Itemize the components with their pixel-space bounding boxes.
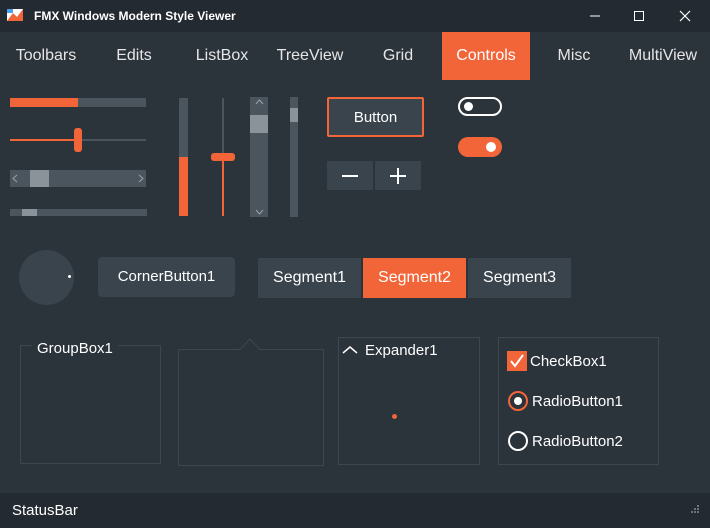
group-box-label: GroupBox1 <box>32 340 118 357</box>
chevron-up-icon[interactable] <box>342 345 358 355</box>
scroll-up-icon[interactable] <box>255 98 264 106</box>
close-button[interactable] <box>662 0 708 32</box>
trackbar-horizontal[interactable] <box>10 128 146 152</box>
scrollbar-vertical[interactable] <box>250 97 268 217</box>
progress-fill-vertical <box>179 157 188 216</box>
scroll-down-icon[interactable] <box>255 208 264 216</box>
switch-off[interactable] <box>458 97 502 116</box>
tab-edits[interactable]: Edits <box>104 32 164 80</box>
status-bar: StatusBar <box>0 493 710 528</box>
button[interactable]: Button <box>327 97 424 137</box>
radio-dot <box>514 397 522 405</box>
small-scrollbar-vertical-thumb[interactable] <box>290 107 298 122</box>
switch-knob <box>464 102 473 111</box>
segment-3[interactable]: Segment3 <box>468 258 571 298</box>
app-icon <box>7 9 23 21</box>
corner-button[interactable]: CornerButton1 <box>98 257 235 297</box>
group-box <box>20 345 161 464</box>
radio-button-2[interactable] <box>508 431 528 451</box>
title-bar: FMX Windows Modern Style Viewer <box>0 0 710 32</box>
scrollbar-thumb[interactable] <box>29 170 49 187</box>
tab-toolbars[interactable]: Toolbars <box>4 32 88 80</box>
expander-content-dot <box>392 414 397 419</box>
small-scrollbar-thumb[interactable] <box>22 209 38 216</box>
scrollbar-horizontal[interactable] <box>10 170 146 187</box>
trackbar-vertical-fill <box>222 157 224 216</box>
spin-plus-button[interactable] <box>375 161 421 190</box>
plus-icon <box>390 168 406 184</box>
switch-knob-on <box>486 142 496 152</box>
tab-listbox[interactable]: ListBox <box>188 32 256 80</box>
controls-panel: Button CornerButton1 Segment1 Segment2 S… <box>0 80 710 493</box>
spin-minus-button[interactable] <box>327 161 373 190</box>
trackbar-fill <box>10 139 78 141</box>
tab-controls[interactable]: Controls <box>442 32 530 80</box>
switch-on[interactable] <box>458 137 502 157</box>
arc-dial[interactable] <box>19 250 74 305</box>
maximize-button[interactable] <box>616 0 662 32</box>
progress-bar-vertical <box>179 98 188 216</box>
scroll-left-icon[interactable] <box>11 174 19 183</box>
progress-fill <box>10 98 78 107</box>
scrollbar-vertical-thumb[interactable] <box>250 115 268 134</box>
window-title: FMX Windows Modern Style Viewer <box>34 9 236 23</box>
tab-bar: Toolbars Edits ListBox TreeView Grid Con… <box>0 32 710 80</box>
checkbox[interactable] <box>507 351 527 371</box>
trackbar-vertical-thumb[interactable] <box>211 153 235 161</box>
tab-grid[interactable]: Grid <box>370 32 426 80</box>
scroll-right-icon[interactable] <box>137 174 145 183</box>
radio-button-2-label[interactable]: RadioButton2 <box>532 433 623 450</box>
resize-grip-icon[interactable] <box>690 504 700 514</box>
trackbar-thumb[interactable] <box>74 128 82 152</box>
maximize-icon <box>634 11 644 21</box>
progress-bar-horizontal <box>10 98 146 107</box>
tab-treeview[interactable]: TreeView <box>270 32 350 80</box>
trackbar-vertical[interactable] <box>211 98 235 216</box>
tab-misc[interactable]: Misc <box>546 32 602 80</box>
small-scrollbar-vertical[interactable] <box>290 97 298 217</box>
close-icon <box>679 10 691 22</box>
segment-1[interactable]: Segment1 <box>258 258 361 298</box>
minimize-icon <box>590 15 600 17</box>
segment-2[interactable]: Segment2 <box>363 258 466 298</box>
radio-button-1-label[interactable]: RadioButton1 <box>532 393 623 410</box>
minimize-button[interactable] <box>572 0 618 32</box>
radio-button-1[interactable] <box>508 391 528 411</box>
checkmark-icon <box>510 354 524 368</box>
expander-label[interactable]: Expander1 <box>365 342 438 359</box>
tab-multiview[interactable]: MultiView <box>620 32 706 80</box>
status-bar-text: StatusBar <box>12 502 78 519</box>
arc-dial-indicator <box>68 275 71 278</box>
callout-panel <box>178 338 324 466</box>
small-scrollbar-horizontal[interactable] <box>10 209 147 216</box>
checkbox-label[interactable]: CheckBox1 <box>530 353 607 370</box>
minus-icon <box>342 175 358 177</box>
